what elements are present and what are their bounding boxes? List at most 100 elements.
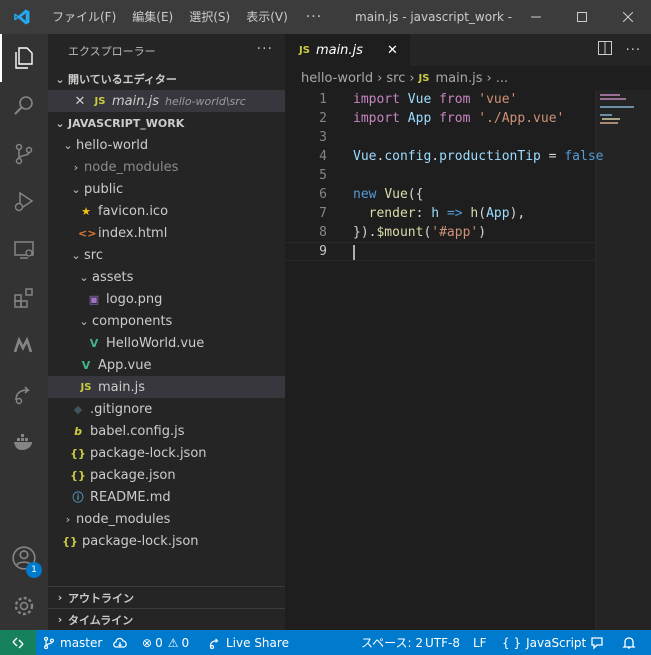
timeline-section[interactable]: › タイムライン [48,608,285,630]
tree-file-logo[interactable]: ▣ logo.png [48,288,285,310]
tree-label: .gitignore [90,401,153,417]
live-share-icon [209,638,219,649]
tab-main-js[interactable]: JS main.js ✕ [285,34,410,66]
workspace-section[interactable]: ⌄ JAVASCRIPT_WORK [48,112,285,134]
language-status[interactable]: { } JavaScript [502,630,586,655]
title-bar: ファイル(F) 編集(E) 選択(S) 表示(V) ··· main.js - … [0,0,651,34]
remote-indicator[interactable] [0,630,36,655]
live-share-icon[interactable] [0,370,48,418]
chevron-down-icon: ⌄ [71,182,81,196]
outline-label: アウトライン [68,591,134,605]
explorer-more-icon[interactable]: ··· [257,34,273,64]
code-text: import App from './App.vue' [353,111,565,126]
chevron-down-icon: ⌄ [79,314,89,328]
close-window-icon[interactable] [605,0,651,34]
tree-folder-assets[interactable]: ⌄ assets [48,266,285,288]
close-icon[interactable]: ✕ [72,94,88,109]
eol-status[interactable]: LF [473,630,487,655]
close-icon[interactable]: ✕ [387,43,398,58]
tree-file-gitignore[interactable]: ◆ .gitignore [48,398,285,420]
tree-folder-hello-world[interactable]: ⌄ hello-world [48,134,285,156]
tree-label: package-lock.json [82,533,199,549]
tree-file-index-html[interactable]: <> index.html [48,222,285,244]
braces-icon: { } [502,635,522,650]
accounts-icon[interactable]: 1 [0,534,48,582]
line-number: 5 [319,168,327,183]
git-file-icon: ◆ [73,402,83,416]
explorer-icon[interactable] [0,34,48,82]
tree-file-app-vue[interactable]: V App.vue [48,354,285,376]
open-editors-label: 開いているエディター [68,73,177,86]
open-editors-section[interactable]: ⌄ 開いているエディター [48,68,285,90]
vue-file-icon: V [89,336,99,350]
menu-file[interactable]: ファイル(F) [44,0,124,34]
tree-folder-node-modules[interactable]: › node_modules [48,156,285,178]
tree-file-favicon[interactable]: ★ favicon.ico [48,200,285,222]
language-label: JavaScript [526,635,587,650]
info-icon: ⓘ [72,491,84,504]
editor-area: JS main.js ✕ ··· hello-world › src › JS … [285,34,651,630]
tree-folder-src[interactable]: ⌄ src [48,244,285,266]
remote-explorer-icon[interactable] [0,226,48,274]
tree-folder-components[interactable]: ⌄ components [48,310,285,332]
minimap-slider[interactable] [596,90,651,630]
html-file-icon: <> [78,226,97,240]
mongodb-icon[interactable] [0,322,48,370]
feedback-icon[interactable] [590,630,604,655]
tree-label: App.vue [98,357,152,373]
workspace-label: JAVASCRIPT_WORK [68,116,185,130]
outline-section[interactable]: › アウトライン [48,586,285,608]
breadcrumb-folder[interactable]: hello-world [301,71,373,86]
menu-view[interactable]: 表示(V) [238,0,296,34]
run-debug-icon[interactable] [0,178,48,226]
menu-selection[interactable]: 選択(S) [181,0,238,34]
breadcrumb-more[interactable]: ... [496,71,508,86]
split-editor-icon[interactable] [597,41,612,59]
breadcrumb-file[interactable]: main.js [435,71,482,86]
indentation-status[interactable]: スペース: 2 [361,630,423,655]
open-editor-item[interactable]: ✕ JS main.js hello-world\src [48,90,285,112]
problems-status[interactable]: ⊗ 0 ⚠ 0 [142,630,189,655]
editor-actions: ··· [597,34,641,66]
live-share-status[interactable]: Live Share [208,630,289,655]
search-icon[interactable] [0,82,48,130]
tree-file-main-js[interactable]: JS main.js [48,376,285,398]
minimize-icon[interactable] [513,0,559,34]
breadcrumb-folder[interactable]: src [386,71,405,86]
babel-file-icon: b [74,424,82,438]
menu-edit[interactable]: 編集(E) [124,0,181,34]
encoding-status[interactable]: UTF-8 [425,630,460,655]
code-editor[interactable]: 1 import Vue from 'vue' 2 import App from … [285,90,603,261]
menu-bar: ファイル(F) 編集(E) 選択(S) 表示(V) ··· [44,0,332,34]
tree-folder-public[interactable]: ⌄ public [48,178,285,200]
tree-file-helloworld-vue[interactable]: V HelloWorld.vue [48,332,285,354]
gear-icon[interactable] [0,582,48,630]
sync-icon[interactable] [112,630,128,655]
code-line: 2 import App from './App.vue' [285,109,595,128]
tree-file-babel[interactable]: b babel.config.js [48,420,285,442]
minimap-line [600,114,612,116]
minimap[interactable] [595,90,651,630]
chevron-right-icon: › [57,613,63,626]
source-control-icon[interactable] [0,130,48,178]
extensions-icon[interactable] [0,274,48,322]
maximize-icon[interactable] [559,0,605,34]
docker-icon[interactable] [0,418,48,466]
notifications-icon[interactable] [622,630,636,655]
tree-label: public [84,181,124,197]
json-file-icon: {} [70,446,86,460]
chevron-right-icon: › [486,70,492,86]
branch-status[interactable]: master [42,630,102,655]
tree-file-package-lock[interactable]: {} package-lock.json [48,442,285,464]
tree-file-readme[interactable]: ⓘ README.md [48,486,285,508]
tree-label: babel.config.js [90,423,185,439]
tree-folder-root-node-modules[interactable]: › node_modules [48,508,285,530]
tree-file-root-package-lock[interactable]: {} package-lock.json [48,530,285,552]
tree-label: components [92,313,173,329]
tree-file-package-json[interactable]: {} package.json [48,464,285,486]
chevron-down-icon: ⌄ [79,270,89,284]
code-text: }).$mount('#app') [353,225,487,240]
more-actions-icon[interactable]: ··· [626,43,641,58]
js-file-icon: JS [418,72,430,84]
menu-more-icon[interactable]: ··· [296,9,332,25]
